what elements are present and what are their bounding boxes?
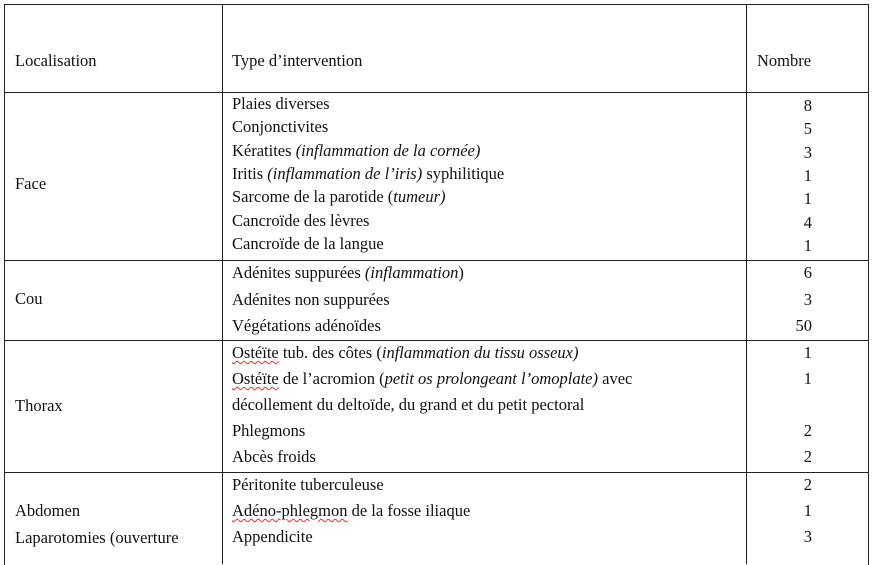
intervention-count: 1 <box>803 501 812 520</box>
intervention-type: Adénites non suppurées <box>232 290 390 310</box>
italic-note: tumeur) <box>393 187 446 207</box>
intervention-count: 2 <box>803 447 812 466</box>
text-segment: Adénites non suppurées <box>232 289 390 309</box>
intervention-count: 1 <box>803 235 812 255</box>
localisation-label: Cou <box>15 289 43 308</box>
row-divider <box>4 92 868 93</box>
intervention-type: Conjonctivites <box>232 117 328 137</box>
column-divider <box>222 4 223 564</box>
row-divider <box>4 340 868 341</box>
italic-note: inflammation du tissu osseux) <box>381 343 579 362</box>
text-segment: Appendicite <box>232 527 313 546</box>
intervention-table <box>4 4 869 565</box>
intervention-count: 6 <box>803 263 812 282</box>
text-segment: ) <box>458 263 464 282</box>
text-segment: Végétations adénoïdes <box>232 316 381 335</box>
intervention-type: Adénites suppurées (inflammation) <box>232 263 464 283</box>
intervention-type: Kératites (inflammation de la cornée) <box>232 141 480 161</box>
intervention-type: Ostéïte tub. des côtes (inflammation du … <box>232 343 578 363</box>
intervention-count: 3 <box>803 289 812 309</box>
localisation-label: Laparotomies (ouverture <box>15 528 179 547</box>
intervention-type: Ostéïte de l’acromion (petit os prolonge… <box>232 369 632 389</box>
intervention-count: 50 <box>795 316 813 335</box>
intervention-type: Phlegmons <box>232 421 305 441</box>
text-segment: Abcès froids <box>232 447 316 466</box>
localisation-label: Thorax <box>15 396 63 415</box>
text-segment: avec <box>598 369 633 388</box>
text-segment: de la fosse iliaque <box>347 501 471 520</box>
intervention-count: 4 <box>803 212 812 232</box>
column-divider <box>746 4 747 564</box>
italic-note: (inflammation <box>364 263 459 282</box>
text-segment: Péritonite tuberculeuse <box>232 475 384 494</box>
intervention-count: 2 <box>803 421 812 440</box>
localisation-label: Face <box>15 174 47 193</box>
text-segment: de l’acromion ( <box>278 369 385 388</box>
intervention-type: Péritonite tuberculeuse <box>232 475 384 495</box>
text-segment: syphilitique <box>422 163 505 183</box>
intervention-type: décollement du deltoïde, du grand et du … <box>232 395 584 415</box>
intervention-count: 3 <box>803 142 812 162</box>
intervention-type: Plaies diverses <box>232 94 330 114</box>
intervention-count: 2 <box>803 475 812 494</box>
text-segment: décollement du deltoïde, du grand et du … <box>232 395 585 414</box>
row-divider <box>4 260 868 261</box>
text-segment: Kératites <box>232 140 296 160</box>
italic-note: petit os prolongeant l’omoplate) <box>384 369 598 388</box>
text-segment: Adénites suppurées <box>232 263 365 282</box>
intervention-type: Sarcome de la parotide (tumeur) <box>232 187 446 207</box>
intervention-count: 3 <box>803 527 812 546</box>
italic-note: (inflammation de la cornée) <box>295 140 481 160</box>
intervention-count: 1 <box>803 343 812 362</box>
italic-note: (inflammation de l’iris) <box>267 163 423 183</box>
text-segment: Ostéïte <box>232 343 279 362</box>
intervention-count: 5 <box>803 119 812 139</box>
text-segment: Iritis <box>232 163 268 183</box>
header-type-intervention: Type d’intervention <box>232 51 363 70</box>
intervention-count: 1 <box>803 165 812 185</box>
intervention-type: Adéno-phlegmon de la fosse iliaque <box>232 501 470 521</box>
intervention-count: 1 <box>803 189 812 209</box>
text-segment: tub. des côtes ( <box>278 343 382 362</box>
text-segment: Sarcome de la parotide ( <box>232 187 394 207</box>
row-divider <box>4 472 868 473</box>
intervention-count: 1 <box>803 369 812 388</box>
text-segment: Ostéïte <box>232 369 279 388</box>
text-segment: Plaies diverses <box>232 94 330 113</box>
text-segment: Cancroïde de la langue <box>232 233 384 253</box>
header-localisation: Localisation <box>15 51 97 70</box>
text-segment: Cancroïde des lèvres <box>232 210 370 230</box>
text-segment: Phlegmons <box>232 421 306 440</box>
header-nombre: Nombre <box>757 51 812 70</box>
localisation-label: Abdomen <box>15 501 81 520</box>
intervention-type: Iritis (inflammation de l’iris) syphilit… <box>232 164 504 184</box>
intervention-type: Cancroïde des lèvres <box>232 211 369 231</box>
text-segment: Conjonctivites <box>232 117 329 137</box>
intervention-type: Abcès froids <box>232 447 316 467</box>
text-segment: Adéno-phlegmon <box>232 501 348 520</box>
intervention-type: Cancroïde de la langue <box>232 234 384 254</box>
intervention-type: Appendicite <box>232 527 313 547</box>
intervention-count: 8 <box>803 96 812 115</box>
intervention-type: Végétations adénoïdes <box>232 316 381 336</box>
